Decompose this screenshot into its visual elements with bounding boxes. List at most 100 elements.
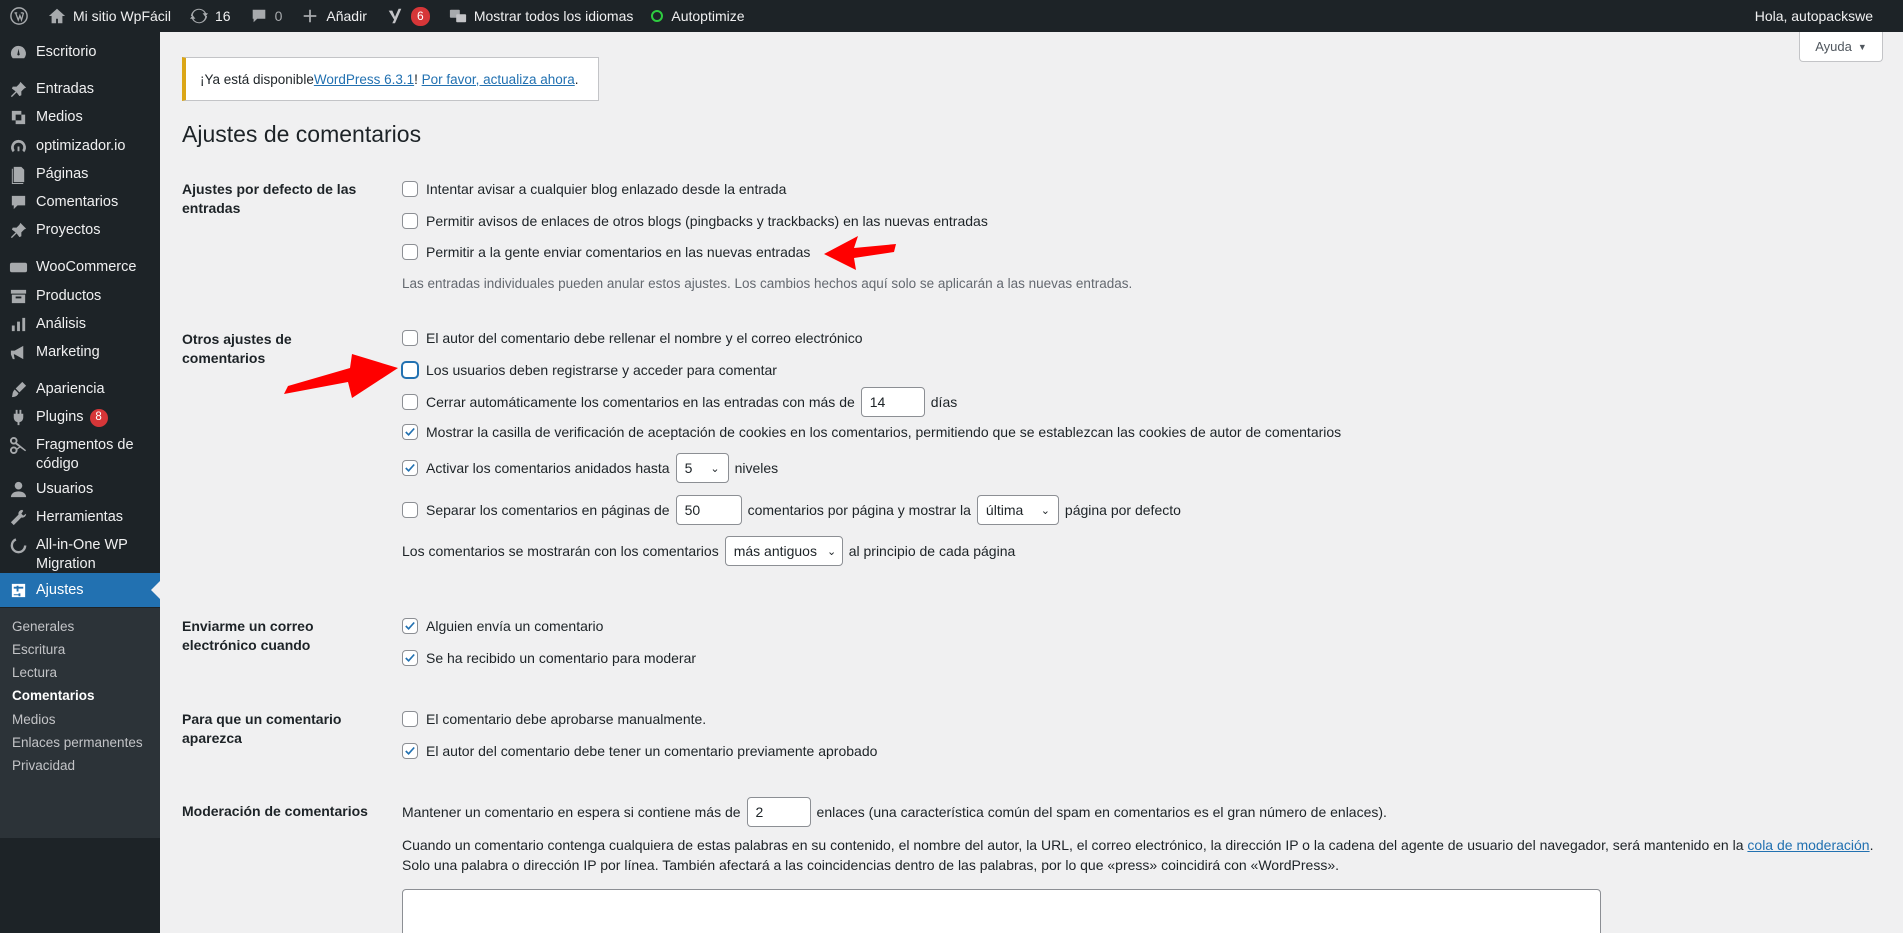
wp-logo-menu[interactable] bbox=[0, 0, 38, 32]
menu-optimizador[interactable]: optimizador.io bbox=[0, 137, 160, 156]
caret-down-icon: ▼ bbox=[1857, 41, 1867, 52]
other-option-6: Separar los comentarios en páginas de 50… bbox=[402, 495, 1181, 525]
yoast-menu[interactable]: 6 bbox=[376, 0, 439, 32]
autoptimize-label: Autoptimize bbox=[671, 8, 745, 24]
annotation-arrow-2 bbox=[284, 354, 398, 398]
default-page-select[interactable]: última ⌄ bbox=[976, 495, 1059, 525]
updates-link[interactable]: 16 bbox=[180, 0, 240, 32]
comment-icon bbox=[0, 193, 36, 212]
submenu-escritura[interactable]: Escritura bbox=[12, 642, 65, 657]
submenu-comentarios[interactable]: Comentarios bbox=[12, 688, 95, 703]
update-notice: ¡Ya está disponible WordPress 6.3.1 ! Po… bbox=[182, 57, 599, 101]
translation-icon bbox=[448, 6, 468, 26]
submenu-lectura[interactable]: Lectura bbox=[12, 665, 57, 680]
menu-comentarios[interactable]: Comentarios bbox=[0, 193, 160, 212]
menu-herramientas[interactable]: Herramientas bbox=[0, 508, 160, 527]
submenu-privacidad[interactable]: Privacidad bbox=[12, 758, 75, 773]
page-comments-checkbox[interactable] bbox=[402, 502, 418, 518]
menu-proyectos[interactable]: Proyectos bbox=[0, 221, 160, 240]
add-new-label: Añadir bbox=[326, 8, 367, 24]
menu-migration[interactable]: All-in-One WP Migration bbox=[0, 536, 160, 574]
admin-bar: Mi sitio WpFácil 16 0 Añadir 6 Mostrar t… bbox=[0, 0, 1903, 32]
other-option-2: Los usuarios deben registrarse y acceder… bbox=[402, 362, 777, 378]
add-new-menu[interactable]: Añadir bbox=[291, 0, 375, 32]
site-name-link[interactable]: Mi sitio WpFácil bbox=[38, 0, 180, 32]
notice-suffix: . bbox=[574, 71, 579, 87]
defaults-label: Ajustes por defecto de las entradas bbox=[182, 181, 357, 216]
menu-apariencia[interactable]: Apariencia bbox=[0, 380, 160, 399]
manual-approval-checkbox[interactable] bbox=[402, 711, 418, 727]
languages-label: Mostrar todos los idiomas bbox=[473, 8, 634, 24]
submenu-generales[interactable]: Generales bbox=[12, 619, 74, 634]
plus-icon bbox=[300, 6, 320, 26]
threaded-comments-checkbox[interactable] bbox=[402, 460, 418, 476]
moderation-notify-checkbox[interactable] bbox=[402, 650, 418, 666]
plugins-update-badge: 8 bbox=[89, 408, 108, 427]
updates-icon bbox=[189, 6, 209, 26]
comments-per-page-input[interactable]: 50 bbox=[675, 495, 742, 525]
moderation-links-row: Mantener un comentario en espera si cont… bbox=[402, 797, 1387, 827]
close-comments-checkbox[interactable] bbox=[402, 394, 418, 410]
page-icon bbox=[0, 165, 36, 184]
moderation-description-2: Solo una palabra o dirección IP por líne… bbox=[402, 857, 1340, 873]
max-links-input[interactable]: 2 bbox=[746, 797, 811, 827]
menu-analisis[interactable]: Análisis bbox=[0, 315, 160, 334]
plugins-label: Plugins bbox=[36, 409, 84, 425]
moderation-keys-textarea[interactable] bbox=[402, 889, 1601, 933]
previously-approved-checkbox[interactable] bbox=[402, 743, 418, 759]
appear-option-1: El comentario debe aprobarse manualmente… bbox=[402, 711, 706, 727]
menu-woocommerce[interactable]: WooCommerce bbox=[0, 258, 160, 277]
wrench-icon bbox=[0, 508, 36, 527]
cookies-opt-in-checkbox[interactable] bbox=[402, 424, 418, 440]
menu-usuarios[interactable]: Usuarios bbox=[0, 480, 160, 499]
status-dot-icon bbox=[651, 10, 664, 22]
comment-order-select[interactable]: más antiguos ⌄ bbox=[724, 536, 843, 566]
help-tab-button[interactable]: Ayuda ▼ bbox=[1799, 32, 1883, 62]
require-name-email-checkbox[interactable] bbox=[402, 330, 418, 346]
ping-blogs-checkbox[interactable] bbox=[402, 181, 418, 197]
chart-icon bbox=[0, 315, 36, 334]
submenu-enlaces[interactable]: Enlaces permanentes bbox=[12, 735, 143, 750]
require-registration-checkbox[interactable] bbox=[402, 362, 418, 378]
other-option-4: Mostrar la casilla de verificación de ac… bbox=[402, 424, 1341, 440]
allow-comments-checkbox[interactable] bbox=[402, 244, 418, 260]
chevron-down-icon: ⌄ bbox=[1040, 504, 1050, 517]
account-menu[interactable]: Hola, autopackswe bbox=[1746, 0, 1903, 32]
menu-fragmentos[interactable]: Fragmentos de código bbox=[0, 436, 160, 474]
comments-notify-checkbox[interactable] bbox=[402, 618, 418, 634]
help-label: Ayuda bbox=[1815, 39, 1852, 54]
main-content: Ayuda ▼ ¡Ya está disponible WordPress 6.… bbox=[160, 32, 1903, 933]
pingbacks-checkbox[interactable] bbox=[402, 213, 418, 229]
settings-icon bbox=[0, 581, 36, 600]
gauge-icon bbox=[0, 137, 36, 156]
defaults-note: Las entradas individuales pueden anular … bbox=[402, 276, 1133, 291]
menu-medios[interactable]: Medios bbox=[0, 108, 160, 127]
menu-entradas[interactable]: Entradas bbox=[0, 80, 160, 99]
wordpress-version-link[interactable]: WordPress 6.3.1 bbox=[314, 72, 414, 87]
languages-menu[interactable]: Mostrar todos los idiomas bbox=[439, 0, 643, 32]
moderation-queue-link[interactable]: cola de moderación bbox=[1747, 837, 1869, 853]
menu-escritorio[interactable]: Escritorio bbox=[0, 43, 160, 62]
menu-plugins[interactable]: Plugins 8 bbox=[0, 408, 160, 427]
menu-paginas[interactable]: Páginas bbox=[0, 165, 160, 184]
menu-productos[interactable]: Productos bbox=[0, 287, 160, 306]
update-now-link[interactable]: Por favor, actualiza ahora bbox=[422, 72, 575, 87]
menu-ajustes[interactable]: Ajustes bbox=[0, 573, 160, 607]
archive-icon bbox=[0, 287, 36, 306]
autoptimize-menu[interactable]: Autoptimize bbox=[642, 0, 753, 32]
chevron-down-icon: ⌄ bbox=[710, 462, 720, 475]
notice-prefix: ¡Ya está disponible bbox=[200, 71, 314, 87]
submenu-medios[interactable]: Medios bbox=[12, 712, 56, 727]
other-option-5: Activar los comentarios anidados hasta 5… bbox=[402, 453, 778, 483]
email-option-1: Alguien envía un comentario bbox=[402, 618, 603, 634]
other-option-1: El autor del comentario debe rellenar el… bbox=[402, 330, 863, 346]
chevron-down-icon: ⌄ bbox=[826, 545, 837, 558]
comments-link[interactable]: 0 bbox=[240, 0, 292, 32]
menu-marketing[interactable]: Marketing bbox=[0, 343, 160, 362]
comment-order-row: Los comentarios se mostrarán con los com… bbox=[402, 536, 1015, 566]
close-days-input[interactable]: 14 bbox=[860, 387, 925, 417]
scissors-icon bbox=[0, 436, 36, 455]
brush-icon bbox=[0, 380, 36, 399]
moderation-description-1: Cuando un comentario contenga cualquiera… bbox=[402, 837, 1874, 853]
thread-depth-select[interactable]: 5 ⌄ bbox=[675, 453, 729, 483]
